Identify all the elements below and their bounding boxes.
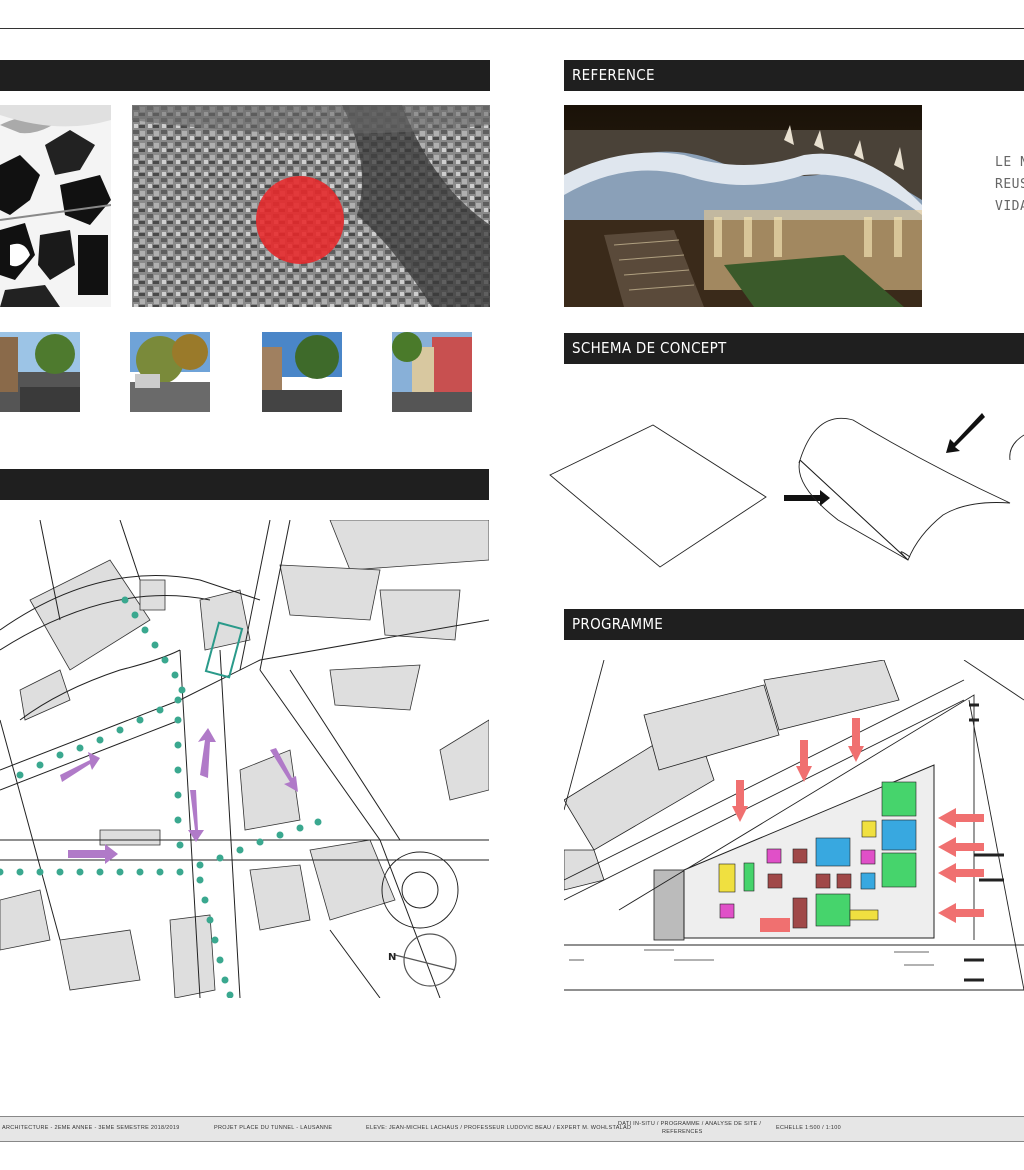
reference-header: REFERENCE bbox=[564, 60, 1024, 91]
street-photo-1 bbox=[0, 332, 80, 412]
reference-text-line-2: REUS bbox=[995, 177, 1024, 192]
footer-project: PROJET PLACE DU TUNNEL - LAUSANNE bbox=[214, 1125, 333, 1131]
reference-text-line-1: LE N bbox=[995, 155, 1024, 170]
svg-text:N: N bbox=[388, 952, 396, 963]
aerial-photo bbox=[132, 105, 490, 307]
programme-header: PROGRAMME bbox=[564, 609, 1024, 640]
programme-plan bbox=[564, 660, 1024, 998]
footer-strip: ARCHITECTURE - 2EME ANNEE - 3EME SEMESTR… bbox=[0, 1116, 1024, 1142]
project-site-marker bbox=[256, 176, 344, 264]
flat-plane bbox=[549, 424, 767, 568]
footer-course: ARCHITECTURE - 2EME ANNEE - 3EME SEMESTR… bbox=[2, 1125, 180, 1131]
reference-photo bbox=[564, 105, 922, 307]
concept-arrow-right bbox=[784, 490, 830, 506]
top-rule bbox=[0, 28, 1024, 29]
reference-text: LE N REUS VIDA bbox=[995, 152, 1024, 218]
concept-schema bbox=[548, 405, 1024, 575]
plan-header-bar bbox=[0, 469, 489, 500]
street-photo-3 bbox=[262, 332, 342, 412]
schema-header: SCHEMA DE CONCEPT bbox=[564, 333, 1024, 364]
street-photo-2 bbox=[130, 332, 210, 412]
footer-scale: ECHELLE 1:500 / 1:100 bbox=[776, 1125, 842, 1131]
figure-ground-map bbox=[0, 105, 111, 307]
footer-credits: ELEVE: JEAN-MICHEL LACHAUS / PROFESSEUR … bbox=[366, 1125, 632, 1131]
concept-arrow-down bbox=[946, 413, 985, 453]
reference-text-line-3: VIDA bbox=[995, 199, 1024, 214]
site-plan: N bbox=[0, 520, 489, 998]
street-photo-4 bbox=[392, 332, 472, 412]
footer-contents-2: REFERENCES bbox=[662, 1129, 703, 1135]
site-header-bar bbox=[0, 60, 490, 91]
footer-contents-1: DATI IN-SITU / PROGRAMME / ANALYSE DE SI… bbox=[618, 1121, 762, 1127]
